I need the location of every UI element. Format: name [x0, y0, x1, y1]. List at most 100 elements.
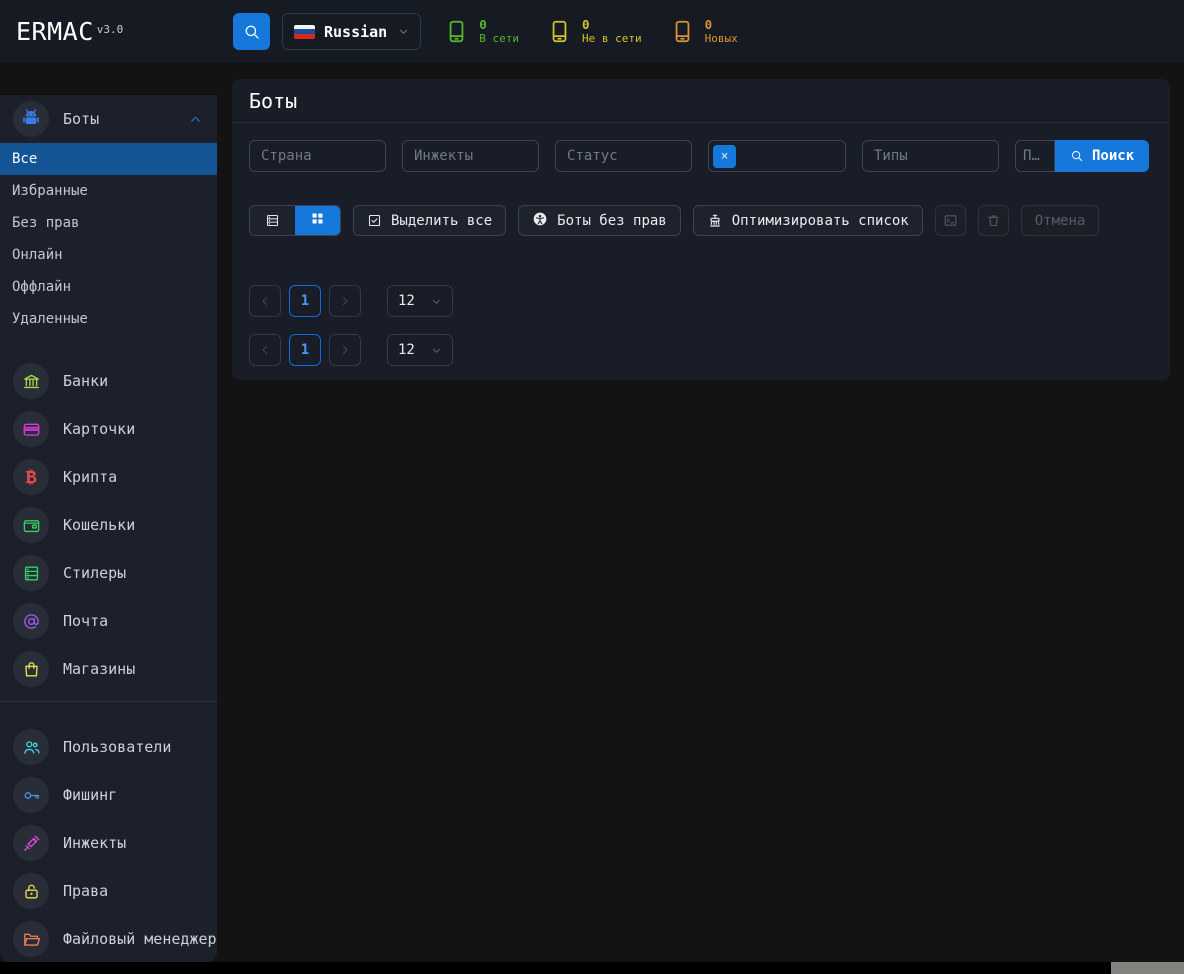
- search-group: Поиск: [1015, 140, 1149, 172]
- sidebar-item-mail[interactable]: Почта: [0, 597, 217, 645]
- accessibility-circle-icon: [532, 211, 548, 231]
- sidebar-section-data: Банки Карточки ₿ Крипта Кошельки Стилеры: [0, 357, 217, 693]
- page-title: Боты: [232, 79, 1170, 123]
- console-button[interactable]: [935, 205, 966, 236]
- stat-new: 0 Новых: [670, 17, 738, 45]
- sidebar-item-file-manager[interactable]: Файловый менеджер: [0, 915, 217, 962]
- bitcoin-icon: ₿: [26, 467, 37, 488]
- sidebar-item-bots[interactable]: Боты: [0, 95, 217, 143]
- chevron-right-icon: [339, 344, 351, 356]
- pagination-bottom: 1 12: [232, 334, 1170, 366]
- chevron-left-icon: [259, 295, 271, 307]
- types-filter-input[interactable]: [862, 140, 999, 172]
- chevron-down-icon: [398, 26, 409, 37]
- sidebar-item-deleted[interactable]: Удаленные: [0, 303, 217, 335]
- new-count: 0: [705, 17, 738, 32]
- selected-tag-chip[interactable]: ×: [713, 145, 736, 168]
- trash-icon: [986, 213, 1001, 228]
- sidebar-item-phishing[interactable]: Фишинг: [0, 771, 217, 819]
- injects-filter-input[interactable]: [402, 140, 539, 172]
- bots-without-permissions-button[interactable]: Боты без прав: [518, 205, 681, 236]
- offline-count: 0: [582, 17, 642, 32]
- country-filter-input[interactable]: [249, 140, 386, 172]
- filters-row: × Поиск: [232, 123, 1170, 172]
- chevron-right-icon: [339, 295, 351, 307]
- header-search-button[interactable]: [233, 13, 270, 50]
- sidebar-bots-label: Боты: [63, 110, 189, 128]
- language-select[interactable]: Russian: [282, 13, 421, 50]
- chevron-left-icon: [259, 344, 271, 356]
- search-button[interactable]: Поиск: [1055, 140, 1149, 172]
- sidebar: Боты Все Избранные Без прав Онлайн Оффла…: [0, 95, 217, 962]
- syringe-icon: [22, 834, 41, 853]
- broom-icon: [707, 213, 723, 229]
- sidebar-item-injects[interactable]: Инжекты: [0, 819, 217, 867]
- optimize-list-button[interactable]: Оптимизировать список: [693, 205, 923, 236]
- page-size-select[interactable]: 12: [387, 285, 453, 317]
- online-label: В сети: [479, 32, 519, 45]
- wallet-icon: [22, 516, 41, 535]
- checkbox-checked-icon: [367, 213, 382, 228]
- sidebar-item-wallets[interactable]: Кошельки: [0, 501, 217, 549]
- stat-offline: 0 Не в сети: [547, 17, 642, 45]
- query-input[interactable]: [1015, 140, 1055, 172]
- list-view-button[interactable]: [250, 206, 295, 235]
- view-toggle: [249, 205, 341, 236]
- prev-page-button[interactable]: [249, 334, 281, 366]
- sidebar-item-permissions[interactable]: Права: [0, 867, 217, 915]
- chevron-down-icon: [431, 345, 442, 356]
- sidebar-item-all-bots[interactable]: Все: [0, 143, 217, 175]
- sidebar-item-shops[interactable]: Магазины: [0, 645, 217, 693]
- sidebar-item-favorites[interactable]: Избранные: [0, 175, 217, 207]
- online-count: 0: [479, 17, 519, 32]
- stat-online: 0 В сети: [444, 17, 519, 45]
- sidebar-item-stealers[interactable]: Стилеры: [0, 549, 217, 597]
- current-page-button[interactable]: 1: [289, 334, 321, 366]
- scrollbar-thumb[interactable]: [1111, 962, 1184, 974]
- sidebar-item-users[interactable]: Пользователи: [0, 723, 217, 771]
- sidebar-item-cards[interactable]: Карточки: [0, 405, 217, 453]
- search-icon: [243, 23, 261, 41]
- logo-text: ERMAC: [16, 17, 94, 46]
- new-label: Новых: [705, 32, 738, 45]
- offline-label: Не в сети: [582, 32, 642, 45]
- grid-view-button[interactable]: [295, 206, 340, 235]
- credit-card-icon: [22, 420, 41, 439]
- chevron-up-icon: [189, 113, 202, 126]
- delete-button[interactable]: [978, 205, 1009, 236]
- tags-filter-input[interactable]: ×: [708, 140, 846, 172]
- sidebar-item-no-permissions[interactable]: Без прав: [0, 207, 217, 239]
- toolbar-row: Выделить все Боты без прав Оптимизироват…: [232, 205, 1170, 236]
- bank-icon: [22, 372, 41, 391]
- russian-flag-icon: [294, 25, 315, 39]
- sidebar-item-offline[interactable]: Оффлайн: [0, 271, 217, 303]
- grid-view-icon: [310, 211, 325, 230]
- next-page-button[interactable]: [329, 285, 361, 317]
- horizontal-scrollbar: [0, 962, 1184, 974]
- sidebar-item-crypto[interactable]: ₿ Крипта: [0, 453, 217, 501]
- close-icon[interactable]: ×: [721, 149, 729, 164]
- status-filter-input[interactable]: [555, 140, 692, 172]
- android-robot-icon: [21, 107, 41, 131]
- folder-open-icon: [22, 930, 41, 949]
- bots-submenu: Все Избранные Без прав Онлайн Оффлайн Уд…: [0, 143, 217, 335]
- page-size-select[interactable]: 12: [387, 334, 453, 366]
- prev-page-button[interactable]: [249, 285, 281, 317]
- terminal-icon: [943, 213, 958, 228]
- pagination-top: 1 12: [232, 285, 1170, 317]
- search-icon: [1070, 149, 1084, 163]
- sidebar-item-online[interactable]: Онлайн: [0, 239, 217, 271]
- cancel-button[interactable]: Отмена: [1021, 205, 1100, 236]
- users-icon: [22, 738, 41, 757]
- sidebar-section-admin: Пользователи Фишинг Инжекты Права Файлов…: [0, 723, 217, 962]
- at-sign-icon: [22, 612, 41, 631]
- next-page-button[interactable]: [329, 334, 361, 366]
- current-page-button[interactable]: 1: [289, 285, 321, 317]
- select-all-button[interactable]: Выделить все: [353, 205, 506, 236]
- language-label: Russian: [324, 23, 387, 41]
- chevron-down-icon: [431, 296, 442, 307]
- key-icon: [22, 786, 41, 805]
- lock-icon: [22, 882, 41, 901]
- server-icon: [22, 564, 41, 583]
- sidebar-item-banks[interactable]: Банки: [0, 357, 217, 405]
